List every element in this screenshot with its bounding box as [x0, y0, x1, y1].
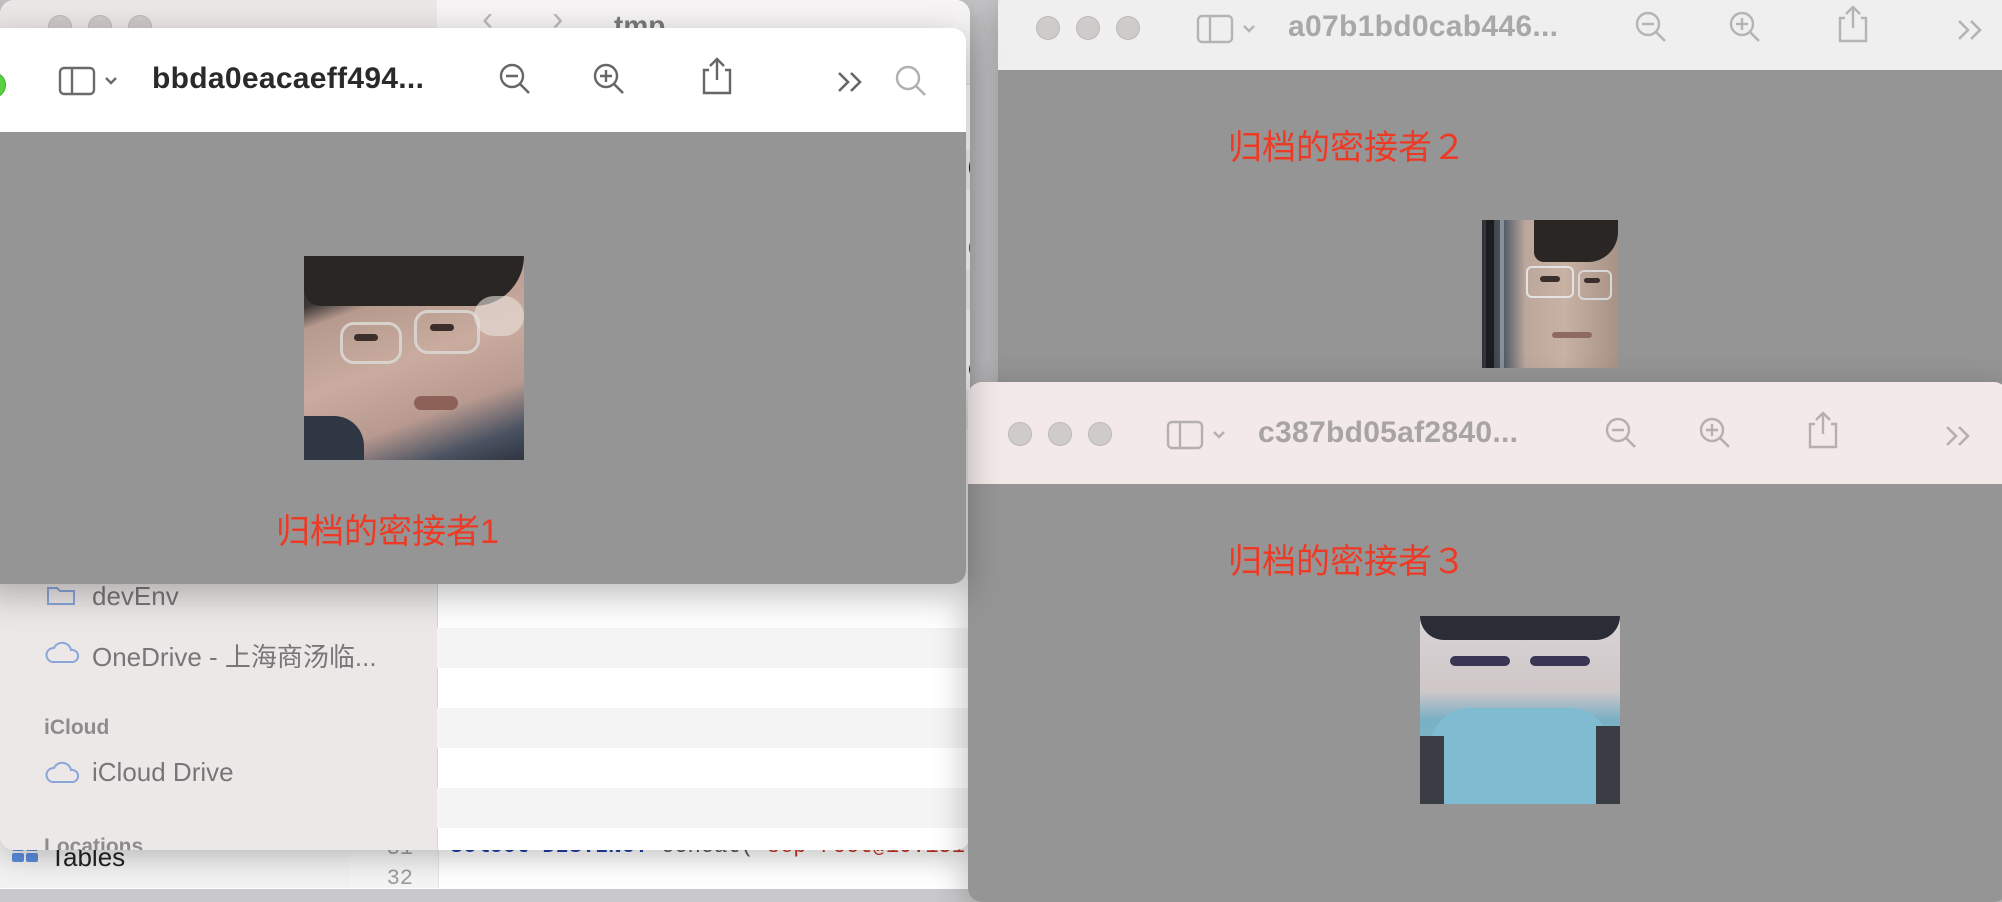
sidebar-item-devenv[interactable]: devEnv	[92, 581, 179, 612]
zoom-out-icon[interactable]	[1604, 416, 1638, 450]
list-item[interactable]	[437, 788, 970, 828]
cloud-icon	[45, 761, 80, 783]
close-button[interactable]	[1008, 422, 1032, 446]
list-item[interactable]	[437, 628, 970, 668]
contact-photo	[1420, 616, 1620, 804]
sidebar-toggle-icon[interactable]	[1166, 420, 1230, 450]
zoom-out-icon[interactable]	[498, 62, 532, 96]
folder-icon	[47, 587, 75, 605]
sidebar-toggle-icon[interactable]	[58, 66, 122, 96]
sidebar-item-onedrive[interactable]: OneDrive - 上海商汤临...	[92, 637, 377, 674]
sidebar-item-icloud-drive[interactable]: iCloud Drive	[92, 757, 234, 788]
zoom-out-icon[interactable]	[1634, 10, 1668, 44]
more-chevrons-icon[interactable]	[1944, 424, 1974, 448]
zoom-button[interactable]	[1116, 16, 1140, 40]
preview-window-1: bbda0eacaeff494... 归档的密接者1	[0, 28, 966, 584]
list-item-text: 6f	[968, 235, 970, 263]
line-number: 32	[386, 866, 413, 891]
search-icon[interactable]	[894, 64, 928, 98]
preview-toolbar	[0, 28, 966, 133]
zoom-in-icon[interactable]	[1698, 416, 1732, 450]
list-item-text: 0fe	[968, 155, 970, 183]
more-chevrons-icon[interactable]	[1956, 18, 1986, 42]
minimize-button[interactable]	[1076, 16, 1100, 40]
preview-window-2: a07b1bd0cab446... 归档的密接者２	[998, 0, 2002, 410]
list-item[interactable]	[437, 708, 970, 748]
minimize-button[interactable]	[1048, 422, 1072, 446]
image-caption: 归档的密接者1	[276, 513, 499, 551]
share-icon[interactable]	[1806, 410, 1840, 450]
zoom-in-icon[interactable]	[1728, 10, 1762, 44]
image-caption: 归档的密接者３	[1228, 543, 1466, 581]
sidebar-toggle-icon[interactable]	[1196, 14, 1260, 44]
zoom-button[interactable]	[1088, 422, 1112, 446]
window-title: bbda0eacaeff494...	[152, 62, 425, 95]
share-icon[interactable]	[1836, 4, 1870, 44]
window-title: a07b1bd0cab446...	[1288, 10, 1559, 43]
image-caption: 归档的密接者２	[1228, 129, 1466, 167]
sidebar-section-icloud: iCloud	[44, 716, 110, 739]
preview-window-3: c387bd05af2840... 归档的密接者３	[968, 382, 2002, 902]
more-chevrons-icon[interactable]	[836, 70, 866, 94]
share-icon[interactable]	[700, 56, 734, 96]
window-title: c387bd05af2840...	[1258, 416, 1519, 449]
list-item-text: ea	[968, 355, 970, 383]
cloud-icon	[45, 641, 80, 663]
contact-photo	[1482, 220, 1618, 368]
zoom-in-icon[interactable]	[592, 62, 626, 96]
sidebar-section-locations: Locations	[44, 835, 144, 850]
contact-photo	[304, 256, 524, 460]
close-button[interactable]	[1036, 16, 1060, 40]
